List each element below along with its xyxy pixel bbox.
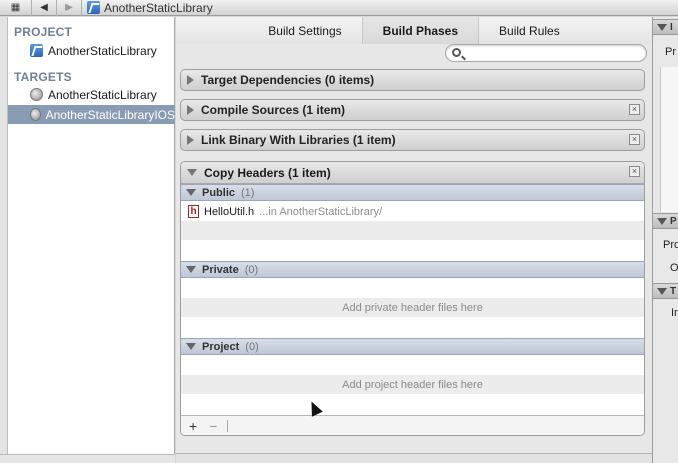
- delete-phase-icon[interactable]: ×: [629, 166, 640, 177]
- navigator-bottom-bar: [0, 454, 175, 463]
- utility-pane: I Pr P Pro O T In: [652, 17, 678, 463]
- phase-compile-sources[interactable]: Compile Sources (1 item) ×: [180, 99, 645, 121]
- phase-copy-headers: Copy Headers (1 item) × Public (1) h Hel…: [180, 161, 645, 436]
- divider: [227, 419, 229, 432]
- section-label: I: [670, 21, 673, 33]
- disclosure-triangle-icon[interactable]: [657, 217, 667, 225]
- phase-target-dependencies[interactable]: Target Dependencies (0 items): [180, 69, 645, 91]
- empty-row: [181, 221, 644, 240]
- project-icon: [30, 44, 43, 57]
- disclosure-triangle-icon[interactable]: [187, 75, 194, 85]
- section-count: (1): [241, 186, 255, 199]
- project-icon: [87, 1, 100, 14]
- utility-section-header[interactable]: P: [653, 213, 678, 229]
- section-label: Public: [202, 186, 236, 199]
- copy-headers-header[interactable]: Copy Headers (1 item) ×: [181, 162, 644, 184]
- disclosure-triangle-icon[interactable]: [186, 266, 196, 273]
- disclosure-triangle-icon[interactable]: [187, 135, 194, 145]
- utility-text: Pr: [665, 46, 676, 58]
- search-icon: [452, 48, 461, 57]
- target-editor: Build Settings Build Phases Build Rules …: [176, 17, 652, 453]
- section-count: (0): [244, 263, 259, 276]
- phase-link-binary[interactable]: Link Binary With Libraries (1 item) ×: [180, 129, 645, 151]
- project-section-header[interactable]: Project (0): [181, 338, 644, 355]
- disclosure-triangle-icon[interactable]: [657, 287, 667, 295]
- phase-title: Target Dependencies (0 items): [201, 73, 375, 87]
- target-item-anotherstaticlibraryios[interactable]: AnotherStaticLibraryIOS: [8, 105, 175, 124]
- private-drop-zone[interactable]: Add private header files here: [181, 298, 644, 317]
- editor-tab-bar: Build Settings Build Phases Build Rules: [176, 17, 652, 44]
- delete-phase-icon[interactable]: ×: [629, 134, 640, 145]
- disclosure-triangle-icon[interactable]: [657, 23, 667, 31]
- forward-button[interactable]: ▶: [57, 0, 82, 16]
- section-label: Project: [202, 340, 240, 353]
- project-item-label: AnotherStaticLibrary: [48, 43, 157, 58]
- utility-text: O: [670, 262, 678, 274]
- disclosure-triangle-icon[interactable]: [186, 343, 196, 350]
- utility-section-header[interactable]: T: [653, 283, 678, 299]
- phase-title: Copy Headers (1 item): [204, 165, 331, 180]
- disclosure-triangle-icon[interactable]: [186, 189, 196, 196]
- breadcrumb-label: AnotherStaticLibrary: [104, 0, 213, 15]
- project-item[interactable]: AnotherStaticLibrary: [8, 41, 175, 60]
- phase-title: Link Binary With Libraries (1 item): [201, 133, 396, 147]
- header-file-icon: h: [188, 205, 199, 218]
- remove-button[interactable]: −: [209, 418, 217, 434]
- targets-section-header: TARGETS: [14, 70, 72, 84]
- private-section-header[interactable]: Private (0): [181, 261, 644, 278]
- grid-icon: ▦: [10, 2, 21, 13]
- breadcrumb[interactable]: AnotherStaticLibrary: [82, 0, 213, 16]
- navigator-gutter: [0, 17, 8, 463]
- related-items-button[interactable]: ▦: [0, 0, 32, 16]
- back-button[interactable]: ◀: [32, 0, 57, 16]
- utility-text: In: [671, 307, 678, 319]
- utility-text: Pro: [663, 239, 678, 251]
- target-item-label: AnotherStaticLibraryIOS: [45, 107, 175, 122]
- project-navigator: PROJECT AnotherStaticLibrary TARGETS Ano…: [0, 17, 175, 463]
- public-section-header[interactable]: Public (1): [181, 184, 644, 201]
- phase-title: Compile Sources (1 item): [201, 103, 346, 117]
- target-icon: [30, 108, 41, 121]
- tab-build-settings[interactable]: Build Settings: [248, 17, 361, 44]
- section-label: Private: [202, 263, 239, 276]
- delete-phase-icon[interactable]: ×: [629, 104, 640, 115]
- list-item[interactable]: h HelloUtil.h ...in AnotherStaticLibrary…: [181, 202, 644, 221]
- search-field[interactable]: [445, 44, 647, 62]
- target-item-anotherstaticlibrary[interactable]: AnotherStaticLibrary: [8, 85, 175, 104]
- utility-field: [660, 67, 678, 212]
- file-location: ...in AnotherStaticLibrary/: [259, 205, 383, 218]
- forward-arrow-icon: ▶: [65, 2, 73, 13]
- tab-build-rules[interactable]: Build Rules: [479, 17, 580, 44]
- utility-section-header[interactable]: I: [653, 19, 678, 35]
- section-label: P: [670, 215, 677, 227]
- target-item-label: AnotherStaticLibrary: [48, 87, 157, 102]
- target-icon: [30, 88, 43, 101]
- project-section-header: PROJECT: [14, 25, 73, 39]
- file-name: HelloUtil.h: [204, 205, 255, 218]
- section-label: T: [670, 285, 677, 297]
- editor-bottom-bar: [176, 453, 652, 463]
- back-arrow-icon: ◀: [40, 2, 48, 13]
- jump-bar: ▦ ◀ ▶ AnotherStaticLibrary: [0, 0, 678, 16]
- section-count: (0): [245, 340, 259, 353]
- disclosure-triangle-icon[interactable]: [187, 169, 197, 176]
- disclosure-triangle-icon[interactable]: [187, 105, 194, 115]
- add-button[interactable]: +: [189, 418, 197, 434]
- copy-headers-footer: + −: [181, 415, 644, 435]
- tab-build-phases[interactable]: Build Phases: [361, 17, 480, 44]
- project-drop-zone[interactable]: Add project header files here: [181, 375, 644, 394]
